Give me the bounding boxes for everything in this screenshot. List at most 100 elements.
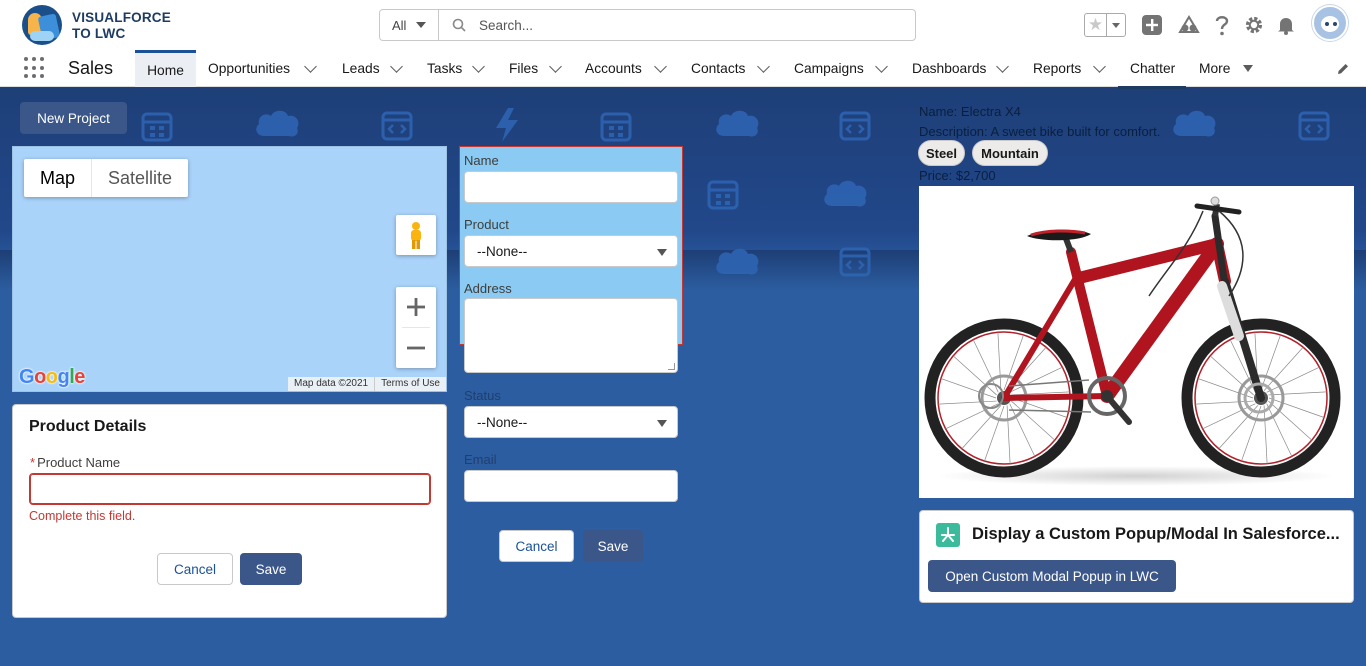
trailhead-icon[interactable]: [1178, 14, 1200, 36]
chevron-down-icon[interactable]: [1093, 60, 1106, 73]
favorites-dropdown[interactable]: [1107, 14, 1125, 36]
nav-item-reports[interactable]: Reports: [1033, 50, 1107, 87]
chevron-down-icon: [1112, 22, 1120, 28]
zoom-out-button[interactable]: [396, 328, 436, 368]
nav-item-label: Home: [147, 62, 184, 78]
nav-item-more[interactable]: More: [1199, 50, 1257, 87]
form-save-button[interactable]: Save: [583, 530, 643, 562]
app-launcher-icon[interactable]: [24, 57, 46, 79]
nav-item-label: Reports: [1033, 61, 1082, 76]
chevron-down-icon: [657, 249, 667, 256]
email-input[interactable]: [464, 470, 678, 502]
nav-item-label: Campaigns: [794, 61, 864, 76]
status-select-value: --None--: [477, 414, 528, 430]
brand-line-1: VISUALFORCE: [72, 10, 171, 25]
product-select[interactable]: --None--: [464, 235, 678, 267]
product-label: Product: [464, 217, 509, 232]
product-price-text: Price: $2,700: [919, 168, 996, 183]
app-navigation-bar: Sales Home Opportunities Leads Tasks Fil…: [0, 50, 1366, 87]
map-type-satellite-button[interactable]: Satellite: [92, 159, 188, 197]
save-button[interactable]: Save: [240, 553, 302, 585]
nav-item-campaigns[interactable]: Campaigns: [794, 50, 889, 87]
open-custom-modal-button[interactable]: Open Custom Modal Popup in LWC: [928, 560, 1176, 592]
background-decoration-icon: [839, 110, 871, 145]
star-icon[interactable]: ★: [1085, 14, 1107, 36]
product-select-value: --None--: [477, 243, 528, 259]
product-name-text: Name: Electra X4: [919, 104, 1021, 119]
nav-item-label: Contacts: [691, 61, 746, 76]
nav-item-dashboards[interactable]: Dashboards: [912, 50, 1010, 87]
nav-item-label: Opportunities: [208, 61, 291, 76]
background-decoration-icon: [254, 108, 300, 141]
nav-item-home[interactable]: Home: [135, 50, 196, 87]
search-scope-dropdown[interactable]: All: [380, 10, 439, 40]
active-tab-indicator: [1118, 86, 1186, 89]
address-textarea[interactable]: [464, 298, 678, 373]
custom-modal-card: Display a Custom Popup/Modal In Salesfor…: [919, 510, 1354, 603]
chevron-down-icon[interactable]: [390, 60, 403, 73]
map-type-map-button[interactable]: Map: [24, 159, 93, 197]
chevron-down-icon: [1243, 65, 1253, 72]
add-icon[interactable]: [1141, 14, 1163, 36]
background-decoration-icon: [707, 178, 739, 213]
nav-item-chatter[interactable]: Chatter: [1130, 50, 1180, 87]
custom-app-icon: [936, 523, 960, 547]
map-type-control: Map Satellite: [24, 159, 189, 197]
chevron-down-icon[interactable]: [996, 60, 1009, 73]
chevron-down-icon[interactable]: [654, 60, 667, 73]
background-decoration-icon: [1171, 108, 1217, 141]
chevron-down-icon: [657, 420, 667, 427]
global-header: VISUALFORCE TO LWC All ★: [0, 0, 1366, 50]
zoom-in-button[interactable]: [396, 287, 436, 327]
chevron-down-icon[interactable]: [875, 60, 888, 73]
new-project-button[interactable]: New Project: [20, 102, 127, 134]
notifications-bell-icon[interactable]: [1275, 14, 1297, 36]
nav-item-label: Leads: [342, 61, 380, 76]
field-label-text: Product Name: [37, 455, 121, 470]
form-cancel-button[interactable]: Cancel: [499, 530, 574, 562]
background-decoration-icon: [839, 246, 871, 281]
chevron-down-icon[interactable]: [304, 60, 317, 73]
edit-nav-pencil-icon[interactable]: [1332, 58, 1354, 80]
product-name-input[interactable]: [29, 473, 431, 505]
chevron-down-icon[interactable]: [757, 60, 770, 73]
background-decoration-icon: [714, 246, 760, 279]
status-label: Status: [464, 388, 501, 403]
name-input[interactable]: [464, 171, 678, 203]
nav-item-files[interactable]: Files: [509, 50, 563, 87]
street-view-pegman-icon[interactable]: [396, 215, 436, 255]
background-decoration-icon: [1298, 110, 1330, 145]
resize-handle-icon[interactable]: [668, 363, 675, 370]
product-details-card: Product Details * Product Name Complete t…: [12, 404, 447, 618]
background-decoration-icon: [600, 110, 632, 145]
cancel-button[interactable]: Cancel: [157, 553, 233, 585]
nav-item-tasks[interactable]: Tasks: [427, 50, 485, 87]
email-label: Email: [464, 452, 497, 467]
search-input[interactable]: [479, 10, 915, 40]
product-tag-pill: Steel: [918, 140, 965, 166]
background-decoration-icon: [714, 108, 760, 141]
chevron-down-icon[interactable]: [472, 60, 485, 73]
setup-gear-icon[interactable]: [1243, 14, 1265, 36]
nav-item-opportunities[interactable]: Opportunities: [208, 50, 322, 87]
product-name-label: * Product Name: [30, 455, 120, 470]
chevron-down-icon[interactable]: [549, 60, 562, 73]
app-name: Sales: [68, 58, 114, 78]
nav-item-contacts[interactable]: Contacts: [691, 50, 771, 87]
user-avatar[interactable]: [1312, 5, 1348, 41]
nav-item-accounts[interactable]: Accounts: [585, 50, 667, 87]
name-label: Name: [464, 153, 499, 168]
nav-item-leads[interactable]: Leads: [342, 50, 404, 87]
background-decoration-icon: [822, 178, 868, 211]
google-map[interactable]: Map Satellite Google Map data ©2021 Term…: [12, 146, 447, 392]
background-decoration-icon: [381, 110, 413, 145]
favorites-button[interactable]: ★: [1084, 13, 1126, 37]
help-icon[interactable]: [1211, 14, 1233, 36]
background-decoration-icon: [141, 110, 173, 145]
map-terms-link[interactable]: Terms of Use: [374, 377, 446, 391]
global-search: All: [379, 9, 916, 41]
brand-logo[interactable]: [22, 5, 62, 45]
nav-item-label: Tasks: [427, 61, 463, 76]
status-select[interactable]: --None--: [464, 406, 678, 438]
card-title: Display a Custom Popup/Modal In Salesfor…: [972, 525, 1340, 543]
